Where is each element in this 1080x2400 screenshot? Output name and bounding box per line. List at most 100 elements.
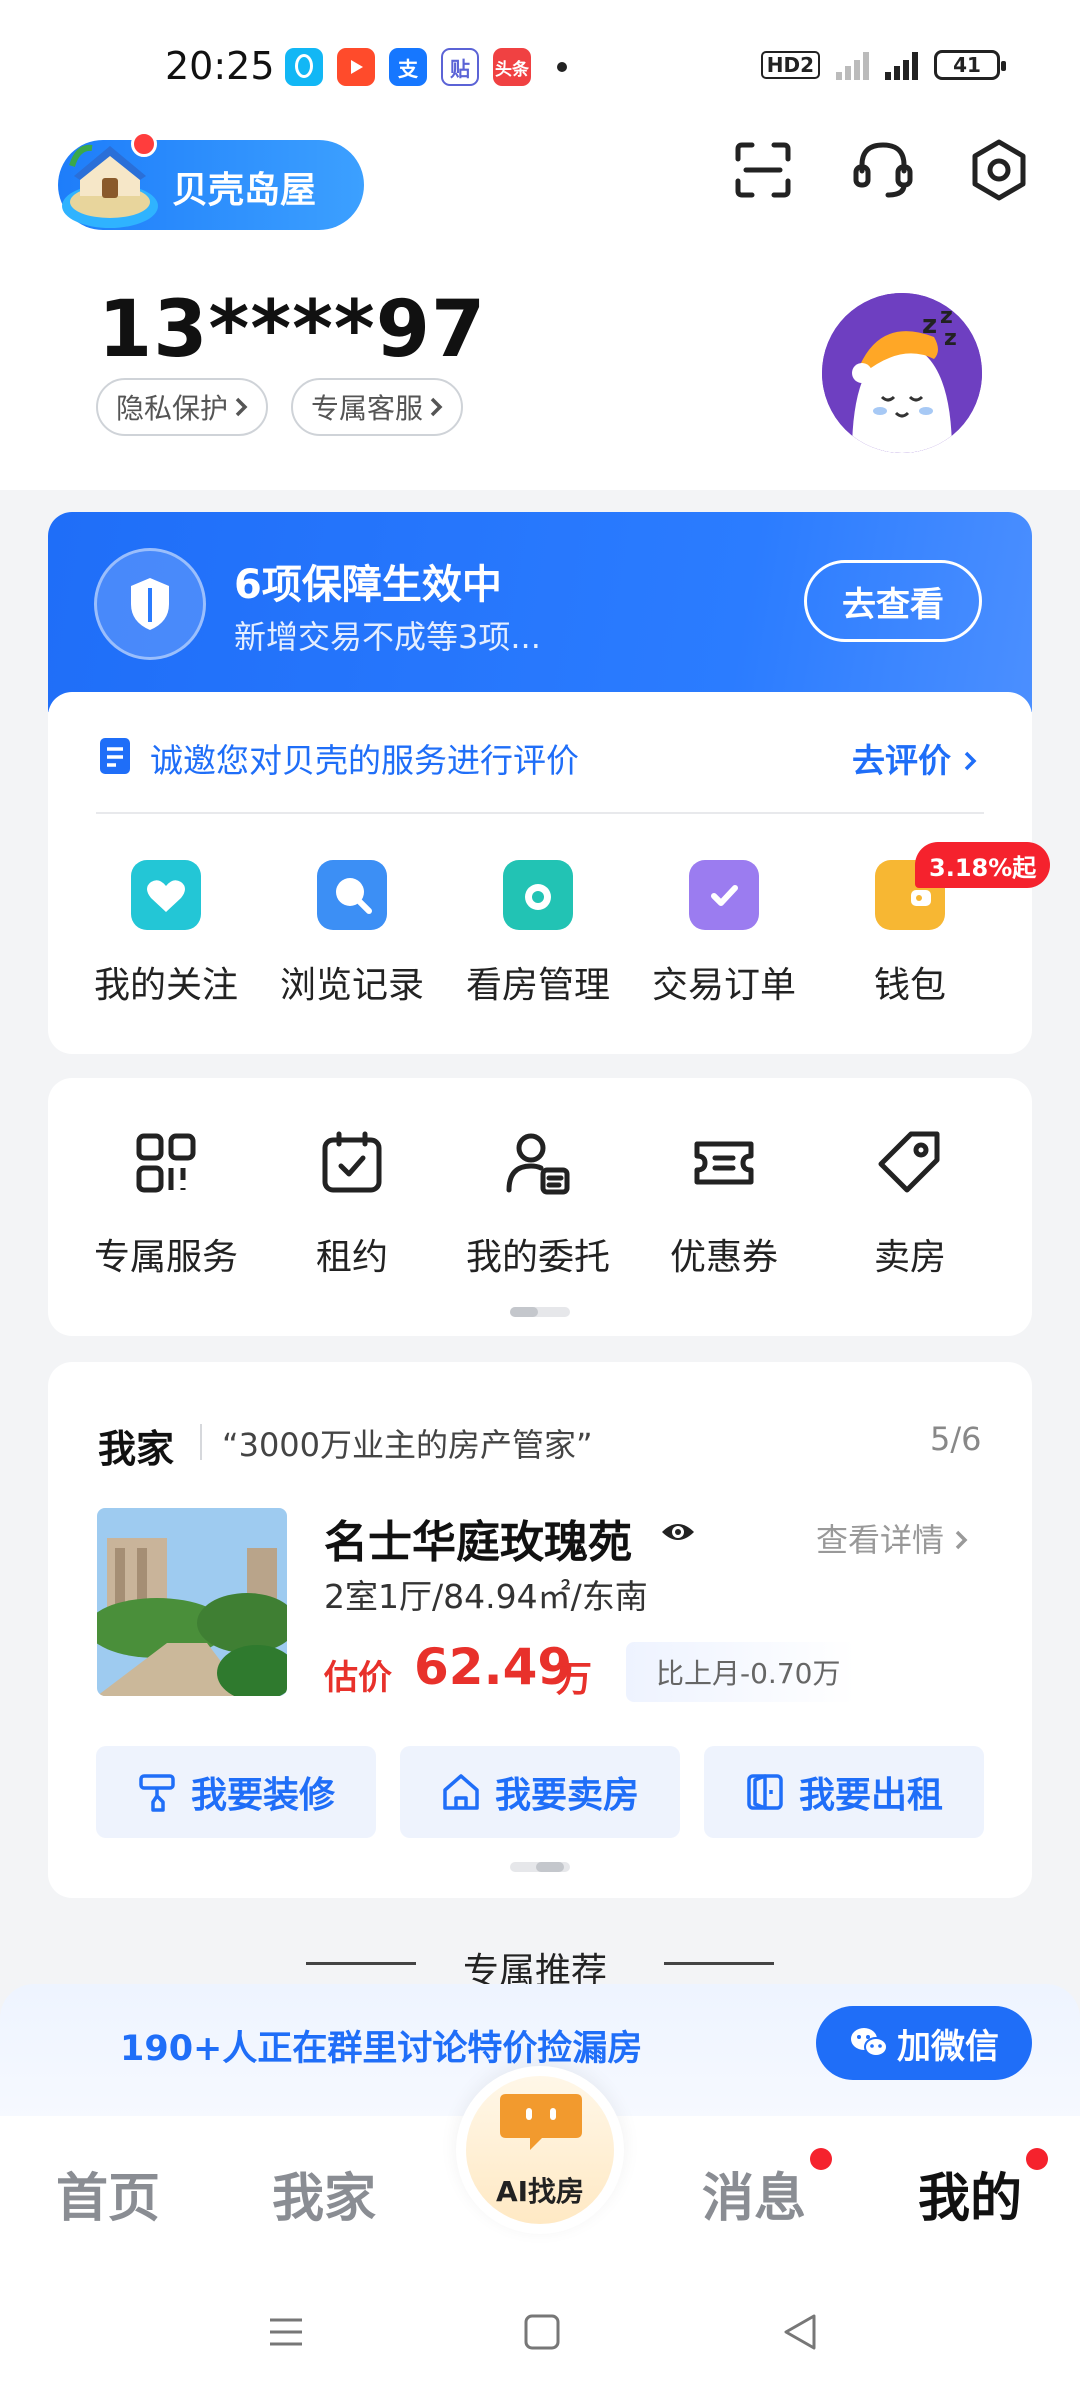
price-delta: 比上月-0.70万: [626, 1642, 856, 1702]
add-wechat-button[interactable]: 加微信: [816, 2006, 1032, 2080]
price-label: 估价: [324, 1658, 392, 1698]
messages-notification-dot: [810, 2148, 832, 2170]
home-square-icon[interactable]: [522, 2312, 562, 2356]
nav-messages[interactable]: 消息: [702, 2156, 806, 2231]
menu-icon[interactable]: [266, 2312, 306, 2356]
calendar-check-icon: [317, 1128, 387, 1198]
tool-label: 我的委托: [465, 1237, 610, 1278]
home-title: 我家: [98, 1427, 175, 1471]
paint-roller-icon: [139, 1774, 175, 1812]
wechat-group-text[interactable]: 190+人正在群里讨论特价捡漏房: [120, 2020, 642, 2071]
alipay-icon: 支: [389, 48, 427, 86]
clipboard-check-icon: [689, 860, 759, 930]
user-phone: 13****97: [98, 285, 487, 375]
avatar[interactable]: z z z: [822, 293, 982, 453]
island-label[interactable]: 贝壳岛屋: [172, 161, 316, 213]
exclusive-service-button[interactable]: 专属客服: [291, 378, 464, 436]
nav-me[interactable]: 我的: [918, 2156, 1022, 2231]
privacy-button[interactable]: 隐私保护: [96, 378, 269, 436]
chat-bubble-icon: [496, 2086, 586, 2156]
review-icon: [98, 736, 134, 776]
nav-my-home[interactable]: 我家: [272, 2156, 376, 2231]
shield-icon: [94, 548, 206, 660]
divider: [96, 812, 984, 814]
chevron-right-icon: [235, 397, 248, 417]
search-icon: [317, 860, 387, 930]
tag-icon: [875, 1128, 945, 1198]
chevron-right-icon: [955, 1530, 968, 1550]
property-name[interactable]: 名士华庭玫瑰苑: [324, 1506, 632, 1570]
svg-text:z: z: [922, 310, 937, 340]
detail-link-label: 查看详情: [816, 1521, 945, 1559]
tool-coupons[interactable]: 优惠券: [631, 1128, 817, 1280]
grid-icon: [131, 1128, 201, 1198]
toutiao-icon: 头条: [493, 48, 531, 86]
ai-find-home-label[interactable]: AI找房: [460, 2170, 620, 2210]
scan-icon[interactable]: [728, 135, 798, 205]
eye-icon[interactable]: [660, 1520, 696, 1548]
sell-home-button[interactable]: 我要卖房: [400, 1746, 680, 1838]
service-label: 交易订单: [651, 965, 796, 1006]
rent-out-button[interactable]: 我要出租: [704, 1746, 984, 1838]
qq-icon: [285, 48, 323, 86]
exclusive-service-label: 专属客服: [311, 392, 424, 425]
tool-label: 卖房: [873, 1237, 946, 1278]
signal-5g-icon: [885, 50, 918, 80]
service-orders[interactable]: 交易订单: [631, 860, 817, 1008]
home-page-indicator: 5/6: [930, 1420, 982, 1458]
renovate-button[interactable]: 我要装修: [96, 1746, 376, 1838]
review-link[interactable]: 去评价: [852, 734, 977, 782]
notification-icons: 支 贴 头条: [285, 48, 567, 86]
door-icon: [747, 1774, 783, 1810]
property-spec: 2室1厅/84.94㎡/东南: [324, 1577, 648, 1616]
wechat-icon: [851, 2028, 888, 2057]
privacy-label: 隐私保护: [116, 392, 229, 425]
tool-label: 租约: [315, 1237, 388, 1278]
more-notifications-icon: [557, 62, 567, 72]
tools-pager: [510, 1307, 570, 1317]
home-slogan: “3000万业主的房产管家”: [222, 1426, 593, 1464]
chevron-right-icon: [964, 751, 976, 771]
camera-icon: [503, 860, 573, 930]
service-history[interactable]: 浏览记录: [259, 860, 445, 1008]
price-unit: 万: [556, 1659, 593, 1700]
tool-lease[interactable]: 租约: [259, 1128, 445, 1280]
view-guarantee-button[interactable]: 去查看: [804, 560, 982, 642]
system-indicators: HD2 41: [760, 50, 1006, 80]
tieba-icon: 贴: [441, 48, 479, 86]
sell-home-label: 我要卖房: [494, 1775, 639, 1816]
me-notification-dot: [1026, 2148, 1048, 2170]
rent-out-label: 我要出租: [798, 1775, 943, 1816]
tool-sell[interactable]: 卖房: [817, 1128, 1003, 1280]
user-card-icon: [503, 1128, 573, 1198]
service-viewing[interactable]: 看房管理: [445, 860, 631, 1008]
status-bar: 20:25 支 贴 头条 HD2 41: [0, 0, 1080, 130]
property-photo[interactable]: [97, 1508, 287, 1696]
settings-icon[interactable]: [964, 135, 1034, 205]
review-link-label: 去评价: [852, 741, 951, 780]
service-label: 我的关注: [93, 965, 238, 1006]
service-label: 看房管理: [465, 965, 610, 1006]
island-notification-dot: [131, 131, 157, 157]
chevron-right-icon: [430, 397, 443, 417]
signal-sim1-icon: [836, 50, 869, 80]
add-wechat-label: 加微信: [897, 2026, 999, 2067]
home-title-separator: [200, 1424, 202, 1460]
service-favorites[interactable]: 我的关注: [73, 860, 259, 1008]
tool-label: 专属服务: [93, 1237, 238, 1278]
property-detail-link[interactable]: 查看详情: [816, 1515, 968, 1561]
service-label: 浏览记录: [279, 965, 424, 1006]
tool-exclusive-service[interactable]: 专属服务: [73, 1128, 259, 1280]
video-app-icon: [337, 48, 375, 86]
review-invitation-text[interactable]: 诚邀您对贝壳的服务进行评价: [150, 734, 579, 782]
guarantee-title: 6项保障生效中: [234, 562, 502, 608]
home-icon: [443, 1774, 479, 1810]
back-icon[interactable]: [780, 2312, 820, 2356]
home-pager: [510, 1862, 570, 1872]
nav-home[interactable]: 首页: [56, 2156, 160, 2231]
renovate-label: 我要装修: [190, 1775, 335, 1816]
tool-entrust[interactable]: 我的委托: [445, 1128, 631, 1280]
battery-level: 41: [953, 53, 981, 77]
customer-service-icon[interactable]: [848, 135, 918, 205]
price-value: 62.49: [414, 1638, 573, 1696]
